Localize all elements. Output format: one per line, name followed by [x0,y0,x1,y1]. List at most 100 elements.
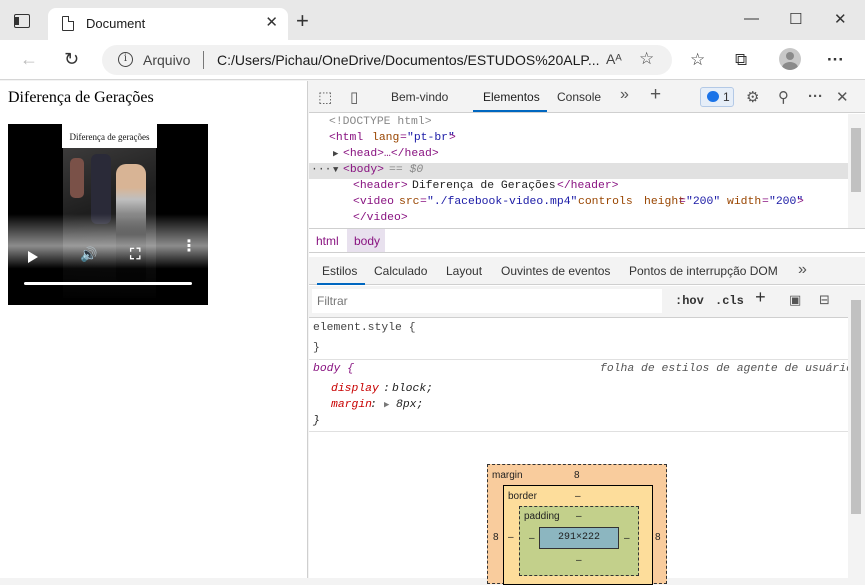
dom-scrollbar-thumb[interactable] [851,128,861,192]
box-model-content[interactable]: 291×222 [539,527,619,549]
dom-video-line[interactable]: <video src = "./facebook-video.mp4" cont… [309,195,848,211]
inspect-icon[interactable]: ⬚ [318,88,332,106]
expand-shorthand-icon[interactable]: ▶ [384,400,389,410]
maximize-button[interactable]: ☐ [789,10,802,28]
display-value[interactable]: block; [392,383,433,395]
refresh-button[interactable]: ↻ [64,49,79,70]
breadcrumb-body[interactable]: body [347,229,385,252]
devtools-close-icon[interactable]: ✕ [836,88,849,106]
devtools-settings-icon[interactable]: ⚙ [746,88,759,106]
dom-equals: = [679,196,686,208]
styles-rules: element.style { } body { folha de estilo… [309,319,853,585]
box-model-border[interactable]: border – – padding – – – – 291×222 [503,485,653,585]
devtools-more-icon[interactable]: ··· [808,88,823,105]
border-left-value[interactable]: – [508,532,514,543]
dom-doctype-line[interactable]: <!DOCTYPE html> [309,115,848,131]
tab-console[interactable]: Console [557,90,601,104]
video-more-icon[interactable]: ⋮ [181,239,197,255]
dom-body-line[interactable]: ··· ▼ <body> == $0 [309,163,848,179]
padding-bottom-value[interactable]: – [576,555,582,566]
volume-icon[interactable]: 🔊 [80,246,97,263]
dom-html-close-bracket: > [449,132,456,144]
read-aloud-icon[interactable]: Aᴬ [606,51,622,67]
back-button[interactable]: ← [20,49,38,70]
filter-input[interactable] [312,289,662,313]
dom-html-line[interactable]: <html lang = "pt-br" > [309,131,848,147]
padding-left-value[interactable]: – [529,533,535,544]
more-tabs-icon[interactable]: » [620,86,629,104]
profile-avatar[interactable] [779,48,801,70]
favorites-icon[interactable]: ☆ [690,50,705,70]
minimize-button[interactable]: — [744,10,759,27]
new-tab-button[interactable]: + [296,10,309,32]
toggle-sidebar-icon[interactable]: ⊟ [819,292,830,308]
dom-scrollbar[interactable] [848,114,865,228]
collections-icon[interactable]: ⧉ [735,50,747,70]
device-emulation-icon[interactable]: ▯ [350,88,358,106]
box-model-padding[interactable]: padding – – – – 291×222 [519,506,639,576]
display-property[interactable]: display [331,383,379,395]
element-style-selector[interactable]: element.style { [313,322,416,334]
new-rule-icon[interactable]: + [755,289,766,309]
tab-estilos[interactable]: Estilos [322,264,357,278]
dom-equals: = [420,196,427,208]
dom-dots-icon[interactable]: ··· [311,164,332,176]
dom-equals: = [762,196,769,208]
fullscreen-icon[interactable]: ⛶ [130,246,141,263]
dom-head: <head>…</head> [343,148,439,160]
issues-badge[interactable]: 1 [700,87,734,107]
styles-filter-bar: :hov .cls + ▣ ⊟ [309,286,848,318]
dom-video-open: <video [353,196,395,208]
play-icon[interactable] [28,251,38,263]
video-player[interactable]: Diferença de gerações 🔊 ⛶ ⋮ [8,124,208,305]
padding-right-value[interactable]: – [624,533,630,544]
close-window-button[interactable]: ✕ [834,10,847,28]
page-viewport: Diferença de Gerações Diferença de geraç… [0,81,308,578]
dom-head-line[interactable]: ▶ <head>…</head> [309,147,848,163]
margin-property[interactable]: margin [331,399,372,411]
document-icon [62,16,74,31]
tab-layout[interactable]: Layout [446,264,482,278]
margin-top-value[interactable]: 8 [574,470,580,481]
add-tab-icon[interactable]: + [650,84,661,106]
tab-calculado[interactable]: Calculado [374,264,427,278]
cls-button[interactable]: .cls [715,294,744,308]
video-person-1 [70,158,84,198]
rendering-emulation-icon[interactable]: ▣ [789,292,801,308]
browser-tab[interactable]: Document ✕ [48,8,288,40]
tab-close-icon[interactable]: ✕ [265,13,278,31]
expand-arrow-icon[interactable]: ▶ [333,149,338,159]
add-favorite-icon[interactable]: ☆ [639,49,654,69]
breadcrumb-body-label: body [354,234,381,248]
margin-right-value[interactable]: 8 [655,532,661,543]
styles-scrollbar-thumb[interactable] [851,300,861,514]
dom-equals: = [400,132,407,144]
body-selector[interactable]: body { [313,363,354,375]
address-bar[interactable]: i Arquivo C:/Users/Pichau/OneDrive/Docum… [102,45,672,75]
border-top-value[interactable]: – [575,491,581,502]
dom-video-close-line[interactable]: </video> [309,211,848,227]
tab-bem-vindo[interactable]: Bem-vindo [391,90,448,104]
breadcrumb-html[interactable]: html [316,234,339,248]
element-style-close: } [313,342,320,354]
margin-left-value[interactable]: 8 [493,532,499,543]
active-style-tab-indicator [317,283,365,285]
tab-actions-icon[interactable] [14,14,30,28]
more-style-tabs-icon[interactable]: » [798,261,807,279]
settings-more-icon[interactable]: ··· [827,50,844,70]
url-text[interactable]: C:/Users/Pichau/OneDrive/Documentos/ESTU… [217,52,600,68]
margin-value[interactable]: 8px; [396,399,423,411]
info-icon[interactable]: i [118,52,133,67]
hov-button[interactable]: :hov [675,294,704,308]
collapse-arrow-icon[interactable]: ▼ [333,165,338,175]
video-progress-track[interactable] [24,282,192,285]
box-model-margin[interactable]: margin 8 8 8 border – – padding – – – – … [487,464,667,585]
tab-elementos[interactable]: Elementos [483,90,540,104]
padding-top-value[interactable]: – [576,511,582,522]
tab-ouvintes-de-eventos[interactable]: Ouvintes de eventos [501,264,610,278]
tab-pontos-de-interrupcao[interactable]: Pontos de interrupção DOM [629,264,778,278]
feedback-icon[interactable]: ⚲ [778,88,789,106]
styles-scrollbar[interactable] [848,286,865,578]
dom-header-line[interactable]: <header> Diferença de Gerações </header> [309,179,848,195]
dom-body-eq: == $0 [389,164,424,176]
